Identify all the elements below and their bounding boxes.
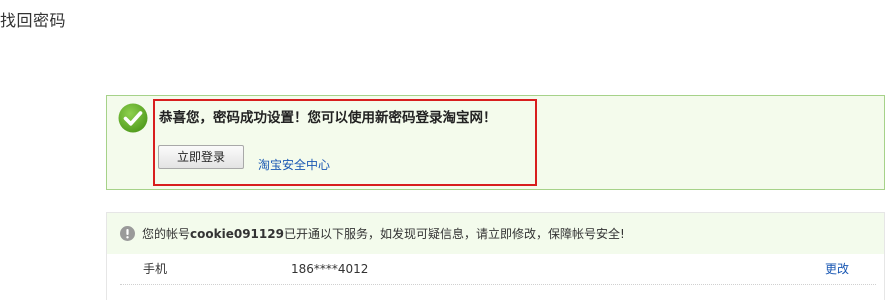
- change-phone-link[interactable]: 更改: [825, 261, 849, 277]
- success-message: 恭喜您，密码成功设置！您可以使用新密码登录淘宝网！: [159, 110, 497, 126]
- page-title: 找回密码: [0, 11, 67, 30]
- notice-suffix: 已开通以下服务，如发现可疑信息，请立即修改，保障帐号安全!: [283, 227, 625, 241]
- security-center-link[interactable]: 淘宝安全中心: [258, 157, 330, 173]
- account-notice-message: 您的帐号cookie091129已开通以下服务，如发现可疑信息，请立即修改，保障…: [142, 226, 625, 242]
- account-name: cookie091129: [190, 227, 284, 241]
- service-row: [120, 256, 876, 285]
- check-circle-icon: [118, 103, 148, 133]
- notice-prefix: 您的帐号: [142, 227, 191, 241]
- service-name: 手机: [143, 262, 168, 276]
- login-now-button[interactable]: 立即登录: [158, 145, 244, 169]
- alert-circle-icon: [120, 226, 135, 241]
- service-value: 186****4012: [291, 262, 369, 276]
